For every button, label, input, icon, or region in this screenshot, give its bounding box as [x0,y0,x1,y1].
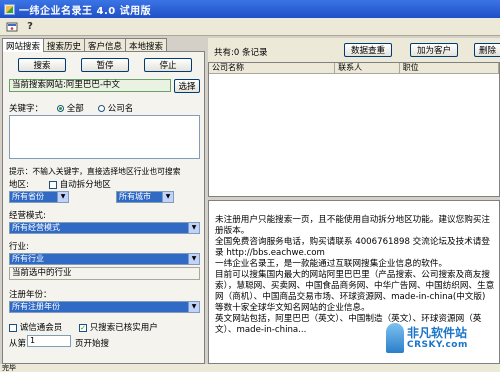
delete-button[interactable]: 删除 [474,43,500,57]
stop-button[interactable]: 停止 [144,58,192,72]
choose-site-button[interactable]: 选择 [174,79,200,93]
province-value: 所有省份 [12,192,44,201]
chevron-down-icon[interactable]: ▼ [162,192,173,202]
dedupe-button[interactable]: 数据查重 [344,43,392,57]
auto-split-checkbox[interactable]: 自动拆分地区 [49,178,111,190]
info-line-4: 一纬企业名录王，是一款能通过互联网搜集企业信息的软件。 [215,259,448,269]
watermark-logo-icon [386,323,404,353]
column-company[interactable]: 公司名称 [209,63,336,73]
start-page-suffix: 页开始搜 [75,339,110,349]
verified-box[interactable]: ✓ [79,323,87,332]
city-select[interactable]: 所有城市 ▼ [116,191,174,203]
tab-strip: 网站搜索 搜索历史 客户信息 本地搜索 [2,38,205,52]
left-panel: 网站搜索 搜索历史 客户信息 本地搜索 搜索 暂停 停止 当前搜索网站:阿里巴巴… [2,38,205,364]
trust-checkbox[interactable]: 诚信通会员 [9,321,62,333]
chevron-down-icon[interactable]: ▼ [188,302,199,312]
province-select[interactable]: 所有省份 ▼ [9,191,69,203]
info-line-3: 全国免费咨询服务电话，购买请联系 4006761898 交流论坛及技术请登录 h… [215,237,490,258]
watermark: 非凡软件站 CRSKY.com [386,318,496,358]
radio-all-dot[interactable] [57,105,64,112]
radio-company-dot[interactable] [98,105,105,112]
column-position[interactable]: 职位 [400,63,499,73]
tab-website-search[interactable]: 网站搜索 [2,38,45,52]
help-icon[interactable]: ? [24,21,36,33]
region-label: 地区: [9,180,29,190]
results-toolbar: 共有:0 条记录 数据查重 加为客户 删除 [208,38,500,62]
keyword-label: 关键字： [9,104,44,114]
table-header: 公司名称 联系人 职位 [209,63,499,74]
tab-customer-info[interactable]: 客户信息 [84,38,127,52]
mode-value: 所有经营模式 [12,223,60,232]
app-menu-icon[interactable] [6,21,18,33]
trust-box[interactable] [9,323,17,332]
chevron-down-icon[interactable]: ▼ [57,192,68,202]
hint-text: 提示：不输入关键字，直接选择地区行业也可搜索 [9,167,181,176]
year-value: 所有注册年份 [12,302,60,311]
window-title: 一纬企业名录王 4.0 试用版 [19,5,152,17]
mode-select[interactable]: 所有经营模式 ▼ [9,222,200,234]
title-bar: 一纬企业名录王 4.0 试用版 [0,0,500,18]
results-table[interactable]: 公司名称 联系人 职位 [208,62,500,197]
auto-split-label: 自动拆分地区 [59,180,111,190]
current-site-field: 当前搜索网站:阿里巴巴-中文 [9,79,171,92]
year-select[interactable]: 所有注册年份 ▼ [9,301,200,313]
industry-value: 所有行业 [12,254,44,263]
watermark-line2: CRSKY.com [407,340,468,350]
add-customer-button[interactable]: 加为客户 [410,43,458,57]
chevron-down-icon[interactable]: ▼ [188,223,199,233]
verified-checkbox[interactable]: ✓ 只搜索已核实用户 [79,321,158,333]
radio-company-label: 公司名 [107,104,134,114]
industry-label: 行业: [9,242,29,252]
start-page-label: 从第 [9,339,27,349]
chevron-down-icon[interactable]: ▼ [188,254,199,264]
search-panel: 搜索 暂停 停止 当前搜索网站:阿里巴巴-中文 选择 关键字： 全部 公司名 提… [2,51,205,364]
keyword-textarea[interactable] [9,115,200,159]
info-line-1: 未注册用户只能搜索一页，且不能使用自动拆分地区功能。建议您购买注册版本。 [215,215,491,236]
results-panel: 共有:0 条记录 数据查重 加为客户 删除 公司名称 联系人 职位 未注册用户只… [208,38,500,364]
mode-label: 经营模式: [9,211,46,221]
status-bar: 完毕 [0,364,500,372]
industry-select[interactable]: 所有行业 ▼ [9,253,200,265]
city-value: 所有城市 [119,192,151,201]
radio-company[interactable]: 公司名 [98,102,133,114]
auto-split-box[interactable] [49,180,57,189]
watermark-line1: 非凡软件站 [407,326,468,340]
search-button[interactable]: 搜索 [18,58,66,72]
start-page-input[interactable]: 1 [27,335,71,347]
info-line-5: 目前可以搜集国内最大的网站阿里巴巴里（产品搜索、公司搜索及商友搜索），慧聪网、买… [215,270,495,313]
radio-all[interactable]: 全部 [57,102,84,114]
verified-label: 只搜索已核实用户 [89,323,158,333]
column-contact[interactable]: 联系人 [335,63,400,73]
year-label: 注册年份： [9,290,52,300]
app-icon [4,3,15,15]
toolbar: ? [0,18,500,36]
radio-all-label: 全部 [66,104,84,114]
record-count: 共有:0 条记录 [214,48,268,58]
tab-search-history[interactable]: 搜索历史 [43,38,86,52]
tab-local-search[interactable]: 本地搜索 [125,38,168,52]
trust-label: 诚信通会员 [19,323,63,333]
pause-button[interactable]: 暂停 [81,58,129,72]
current-industry-field: 当前选中的行业 [9,267,200,280]
